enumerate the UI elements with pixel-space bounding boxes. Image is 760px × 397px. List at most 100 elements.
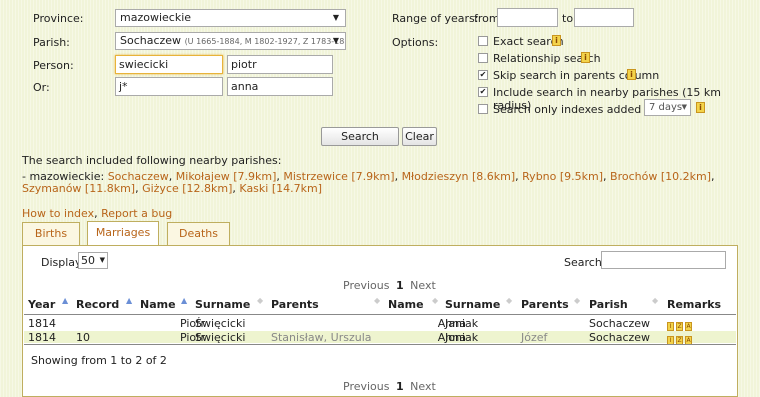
or-name-input[interactable]: anna <box>227 77 333 96</box>
table-search-label: Search: <box>564 256 606 269</box>
skip-parents-checkbox[interactable]: ✔ <box>478 70 488 80</box>
table-bottom-divider <box>24 344 736 345</box>
chevron-down-icon: ▼ <box>332 13 339 22</box>
parish-value: Sochaczew <box>120 34 182 47</box>
cell-surname: Swięcicki <box>195 331 246 344</box>
cell-surname: Święcicki <box>195 317 246 330</box>
past-days-value: 7 days <box>649 102 683 113</box>
how-to-index-link[interactable]: How to index <box>22 207 94 220</box>
table-row: 1814 Piotr Święcicki Anna Janiak Sochacz… <box>24 317 736 331</box>
pager-top: Previous 1 Next <box>343 279 436 292</box>
past-days-select[interactable]: 7 days ▼ <box>644 99 691 116</box>
cell-surname-2: Janiak <box>445 317 479 330</box>
sort-icon: ◆ <box>506 296 513 305</box>
sort-icon: ◆ <box>652 296 659 305</box>
exact-search-checkbox[interactable] <box>478 36 488 46</box>
cell-parish: Sochaczew <box>589 331 651 344</box>
help-links: How to index, Report a bug <box>22 207 172 220</box>
col-surname[interactable]: Surname <box>195 298 250 311</box>
header-divider <box>24 314 736 315</box>
col-year[interactable]: Year <box>28 298 55 311</box>
display-label: Display <box>41 256 82 269</box>
index-remark-icon[interactable]: I <box>667 322 674 331</box>
col-remarks[interactable]: Remarks <box>667 298 721 311</box>
year-to-input[interactable] <box>574 8 634 27</box>
cell-remarks: IZA <box>667 318 694 331</box>
table-search-input[interactable] <box>601 251 726 269</box>
parish-label: Parish: <box>33 36 70 49</box>
chevron-down-icon: ▼ <box>681 103 687 111</box>
sort-asc-icon: ▲ <box>181 296 188 305</box>
cell-year: 1814 <box>28 331 56 344</box>
display-count-select[interactable]: 50 ▼ <box>78 252 108 269</box>
next-page-button[interactable]: Next <box>410 279 436 292</box>
cell-surname-2: Joniak <box>445 331 479 344</box>
nearby-parishes-checkbox[interactable]: ✔ <box>478 87 488 97</box>
nearby-intro: The search included following nearby par… <box>22 154 282 167</box>
province-label: Province: <box>33 12 84 25</box>
sort-asc-icon: ▲ <box>126 296 133 305</box>
to-label: to <box>562 12 574 25</box>
or-surname-input[interactable]: j* <box>115 77 223 96</box>
search-button[interactable]: Search <box>321 127 399 146</box>
tab-marriages[interactable]: Marriages <box>87 221 159 246</box>
parish-link[interactable]: Rybno [9.5km] <box>522 170 603 183</box>
col-name-2[interactable]: Name <box>388 298 424 311</box>
range-label: Range of years: <box>392 12 479 25</box>
info-icon[interactable]: i <box>696 102 705 113</box>
nearby-parishes-list: - mazowieckie: Sochaczew, Mikołajew [7.9… <box>22 170 715 195</box>
display-count-value: 50 <box>81 254 95 267</box>
options-label: Options: <box>392 36 439 49</box>
col-parish[interactable]: Parish <box>589 298 628 311</box>
relationship-search-checkbox[interactable] <box>478 53 488 63</box>
person-surname-input[interactable]: swiecicki <box>115 55 223 74</box>
sort-icon: ◆ <box>432 296 439 305</box>
next-page-button[interactable]: Next <box>410 380 436 393</box>
info-icon[interactable]: i <box>581 52 590 63</box>
province-select[interactable]: mazowieckie ▼ <box>115 9 346 27</box>
sort-icon: ◆ <box>257 296 264 305</box>
col-surname-2[interactable]: Surname <box>445 298 500 311</box>
parish-link[interactable]: Młodzieszyn [8.6km] <box>402 170 516 183</box>
clear-button[interactable]: Clear <box>402 127 437 146</box>
current-page[interactable]: 1 <box>396 380 404 393</box>
year-from-input[interactable] <box>497 8 558 27</box>
col-parents-2[interactable]: Parents <box>521 298 569 311</box>
chevron-down-icon: ▼ <box>332 36 339 45</box>
cell-record: 10 <box>76 331 90 344</box>
person-name-input[interactable]: piotr <box>227 55 333 74</box>
or-label: Or: <box>33 81 50 94</box>
sort-asc-icon: ▲ <box>62 296 69 305</box>
province-value: mazowieckie <box>120 11 192 24</box>
parish-select[interactable]: Sochaczew (U 1665-1884, M 1802-1927, Z 1… <box>115 32 346 50</box>
previous-page-button[interactable]: Previous <box>343 380 390 393</box>
recent-indexes-checkbox[interactable] <box>478 104 488 114</box>
info-icon[interactable]: i <box>627 69 636 80</box>
info-icon[interactable]: i <box>552 35 561 46</box>
parish-link[interactable]: Giżyce [12.8km] <box>142 182 232 195</box>
col-name[interactable]: Name <box>140 298 176 311</box>
table-row: 1814 10 Piotr Swięcicki Stanisław, Urszu… <box>24 331 736 345</box>
from-label: from <box>474 12 500 25</box>
current-page[interactable]: 1 <box>396 279 404 292</box>
parish-link[interactable]: Kaski [14.7km] <box>239 182 322 195</box>
cell-parish: Sochaczew <box>589 317 651 330</box>
parish-link[interactable]: Szymanów [11.8km] <box>22 182 135 195</box>
parish-detail: (U 1665-1884, M 1802-1927, Z 1783-1888) <box>184 37 346 46</box>
col-parents[interactable]: Parents <box>271 298 319 311</box>
table-summary: Showing from 1 to 2 of 2 <box>31 354 167 367</box>
col-record[interactable]: Record <box>76 298 119 311</box>
cell-parents: Stanisław, Urszula <box>271 331 372 344</box>
zoom-remark-icon[interactable]: Z <box>676 322 683 331</box>
pager-bottom: Previous 1 Next <box>343 380 436 393</box>
report-bug-link[interactable]: Report a bug <box>101 207 172 220</box>
sort-icon: ◆ <box>574 296 581 305</box>
previous-page-button[interactable]: Previous <box>343 279 390 292</box>
person-label: Person: <box>33 59 74 72</box>
cell-parents-2: Józef <box>521 331 548 344</box>
parish-link[interactable]: Brochów [10.2km] <box>610 170 711 183</box>
archive-remark-icon[interactable]: A <box>685 322 692 331</box>
sort-icon: ◆ <box>374 296 381 305</box>
tab-deaths[interactable]: Deaths <box>167 222 230 246</box>
tab-births[interactable]: Births <box>22 222 80 246</box>
